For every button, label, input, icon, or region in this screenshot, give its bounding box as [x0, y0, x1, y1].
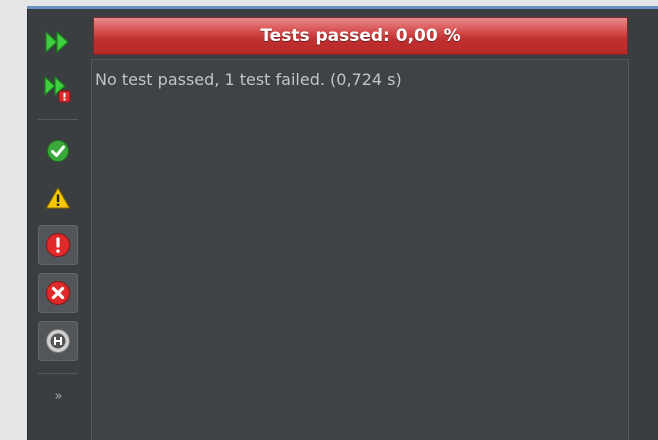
- rerun-failed-button[interactable]: [38, 69, 78, 109]
- toolbar-separator: [38, 373, 78, 374]
- warning-triangle-icon: [46, 187, 70, 209]
- show-passed-button[interactable]: [38, 131, 78, 171]
- x-circle-icon: [46, 281, 70, 305]
- exclamation-circle-icon: [46, 233, 70, 257]
- show-failures-button[interactable]: [38, 225, 78, 265]
- show-skipped-button[interactable]: [38, 321, 78, 361]
- toolbar-separator: [38, 119, 78, 120]
- toolbar-overflow-button[interactable]: »: [38, 385, 78, 409]
- skip-circle-icon: [46, 329, 70, 353]
- double-play-failed-icon: [44, 75, 71, 103]
- progress-label: Tests passed: 0,00 %: [260, 26, 461, 46]
- show-errors-button[interactable]: [38, 273, 78, 313]
- check-circle-icon: [47, 140, 69, 162]
- rerun-all-button[interactable]: [38, 22, 78, 62]
- test-output-panel[interactable]: No test passed, 1 test failed. (0,724 s): [91, 59, 629, 440]
- test-results-toolbar: »: [28, 9, 91, 440]
- test-summary-message: No test passed, 1 test failed. (0,724 s): [95, 70, 402, 89]
- double-play-icon: [45, 30, 69, 54]
- show-warnings-button[interactable]: [38, 178, 78, 218]
- test-progress-bar: Tests passed: 0,00 %: [93, 17, 628, 55]
- test-results-window: » Tests passed: 0,00 % No test passed, 1…: [27, 9, 658, 440]
- side-panel-area: [630, 9, 658, 440]
